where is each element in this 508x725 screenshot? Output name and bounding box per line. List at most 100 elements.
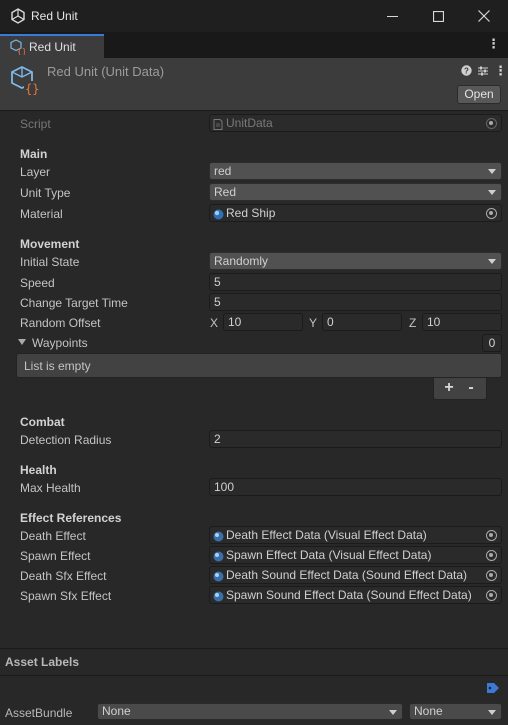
inspector-header: {} Red Unit (Unit Data) ? ⋮ Open	[0, 58, 508, 111]
waypoints-list: List is empty	[16, 353, 502, 378]
speed-label: Speed	[20, 276, 55, 290]
script-file-icon	[213, 118, 223, 131]
detection-radius-label: Detection Radius	[20, 433, 112, 447]
unity-logo-icon	[10, 8, 26, 24]
assetbundle-variant-value: None	[414, 704, 443, 718]
waypoints-size-input[interactable]: 0	[482, 334, 502, 352]
asset-labels-panel: Asset Labels AssetBundle None None	[0, 648, 508, 725]
list-empty-text: List is empty	[24, 359, 91, 373]
help-icon[interactable]: ?	[461, 65, 472, 79]
death-effect-field[interactable]: Death Effect Data (Visual Effect Data)	[209, 526, 502, 544]
layer-dropdown[interactable]: red	[209, 162, 502, 180]
assetbundle-label: AssetBundle	[5, 706, 73, 720]
tab-red-unit[interactable]: {} Red Unit	[0, 34, 104, 58]
chevron-down-icon	[488, 259, 496, 264]
object-picker-icon[interactable]	[486, 590, 497, 601]
remove-element-button[interactable]: -	[464, 379, 478, 397]
label-tag-icon[interactable]	[486, 682, 500, 697]
asset-icon	[213, 530, 224, 543]
random-offset-z-input[interactable]: 10	[422, 313, 502, 331]
object-picker-icon[interactable]	[486, 550, 497, 561]
assetbundle-variant-dropdown[interactable]: None	[409, 703, 502, 720]
svg-text:{}: {}	[17, 47, 25, 55]
chevron-down-icon	[488, 710, 496, 715]
spawn-sfx-field[interactable]: Spawn Sound Effect Data (Sound Effect Da…	[209, 586, 502, 604]
layer-label: Layer	[20, 165, 51, 179]
material-icon	[213, 208, 224, 221]
asset-icon	[213, 590, 224, 603]
object-picker-icon[interactable]	[486, 570, 497, 581]
death-sfx-label: Death Sfx Effect	[20, 569, 107, 583]
tab-label: Red Unit	[29, 40, 76, 54]
more-options-icon[interactable]: ⋮	[487, 37, 500, 50]
spawn-effect-label: Spawn Effect	[20, 549, 91, 563]
death-sfx-field[interactable]: Death Sound Effect Data (Sound Effect Da…	[209, 566, 502, 584]
minimize-button[interactable]	[369, 0, 415, 32]
section-effect-references: Effect References	[20, 511, 122, 525]
z-axis-label: Z	[409, 316, 417, 330]
scriptable-object-icon: {}	[9, 39, 27, 58]
asset-icon	[213, 570, 224, 583]
asset-icon	[213, 550, 224, 563]
foldout-arrow-icon[interactable]	[18, 339, 26, 345]
spawn-sfx-label: Spawn Sfx Effect	[20, 589, 112, 603]
random-offset-label: Random Offset	[20, 316, 101, 330]
layer-value: red	[214, 164, 232, 178]
material-label: Material	[20, 207, 63, 221]
death-effect-value: Death Effect Data (Visual Effect Data)	[226, 528, 427, 542]
list-footer: + -	[433, 378, 487, 400]
spawn-effect-field[interactable]: Spawn Effect Data (Visual Effect Data)	[209, 546, 502, 564]
initial-state-dropdown[interactable]: Randomly	[209, 252, 502, 270]
svg-text:?: ?	[464, 67, 469, 76]
object-picker-icon[interactable]	[486, 208, 497, 219]
tab-bar: {} Red Unit	[0, 32, 508, 58]
script-label: Script	[20, 117, 51, 131]
x-axis-label: X	[210, 316, 219, 330]
change-target-time-label: Change Target Time	[20, 296, 128, 310]
add-element-button[interactable]: +	[442, 379, 456, 397]
waypoints-label: Waypoints	[32, 336, 88, 350]
random-offset-x-input[interactable]: 10	[223, 313, 303, 331]
divider	[0, 675, 508, 676]
speed-input[interactable]: 5	[209, 273, 502, 291]
section-combat: Combat	[20, 415, 65, 429]
script-field: UnitData	[209, 114, 502, 132]
chevron-down-icon	[488, 190, 496, 195]
object-picker-icon	[486, 118, 497, 129]
close-button[interactable]	[461, 0, 507, 32]
unit-type-dropdown[interactable]: Red	[209, 183, 502, 201]
death-sfx-value: Death Sound Effect Data (Sound Effect Da…	[226, 568, 468, 582]
spawn-sfx-value: Spawn Sound Effect Data (Sound Effect Da…	[226, 588, 472, 602]
assetbundle-dropdown[interactable]: None	[97, 703, 403, 720]
unit-data-asset-icon: {}	[9, 64, 41, 99]
section-movement: Movement	[20, 237, 80, 251]
asset-labels-title: Asset Labels	[5, 655, 80, 669]
random-offset-y-input[interactable]: 0	[322, 313, 402, 331]
presets-icon[interactable]	[477, 65, 489, 80]
open-button[interactable]: Open	[457, 85, 501, 104]
chevron-down-icon	[389, 710, 397, 715]
material-value: Red Ship	[226, 206, 276, 220]
unit-type-label: Unit Type	[20, 186, 71, 200]
maximize-button[interactable]	[415, 0, 461, 32]
max-health-input[interactable]: 100	[209, 478, 502, 496]
waypoints-header[interactable]: Waypoints 0	[16, 334, 502, 352]
change-target-time-input[interactable]: 5	[209, 293, 502, 311]
script-value: UnitData	[226, 116, 273, 130]
initial-state-label: Initial State	[20, 255, 80, 269]
assetbundle-value: None	[102, 704, 131, 718]
initial-state-value: Randomly	[214, 254, 269, 268]
context-menu-icon[interactable]: ⋮	[494, 63, 507, 79]
title-bar: Red Unit	[0, 0, 508, 32]
detection-radius-input[interactable]: 2	[209, 430, 502, 448]
material-field[interactable]: Red Ship	[209, 204, 502, 222]
section-main: Main	[20, 147, 48, 161]
object-title: Red Unit (Unit Data)	[47, 64, 165, 79]
spawn-effect-value: Spawn Effect Data (Visual Effect Data)	[226, 548, 432, 562]
y-axis-label: Y	[309, 316, 318, 330]
svg-text:{}: {}	[25, 82, 39, 96]
death-effect-label: Death Effect	[20, 529, 86, 543]
max-health-label: Max Health	[20, 481, 81, 495]
object-picker-icon[interactable]	[486, 530, 497, 541]
chevron-down-icon	[488, 169, 496, 174]
